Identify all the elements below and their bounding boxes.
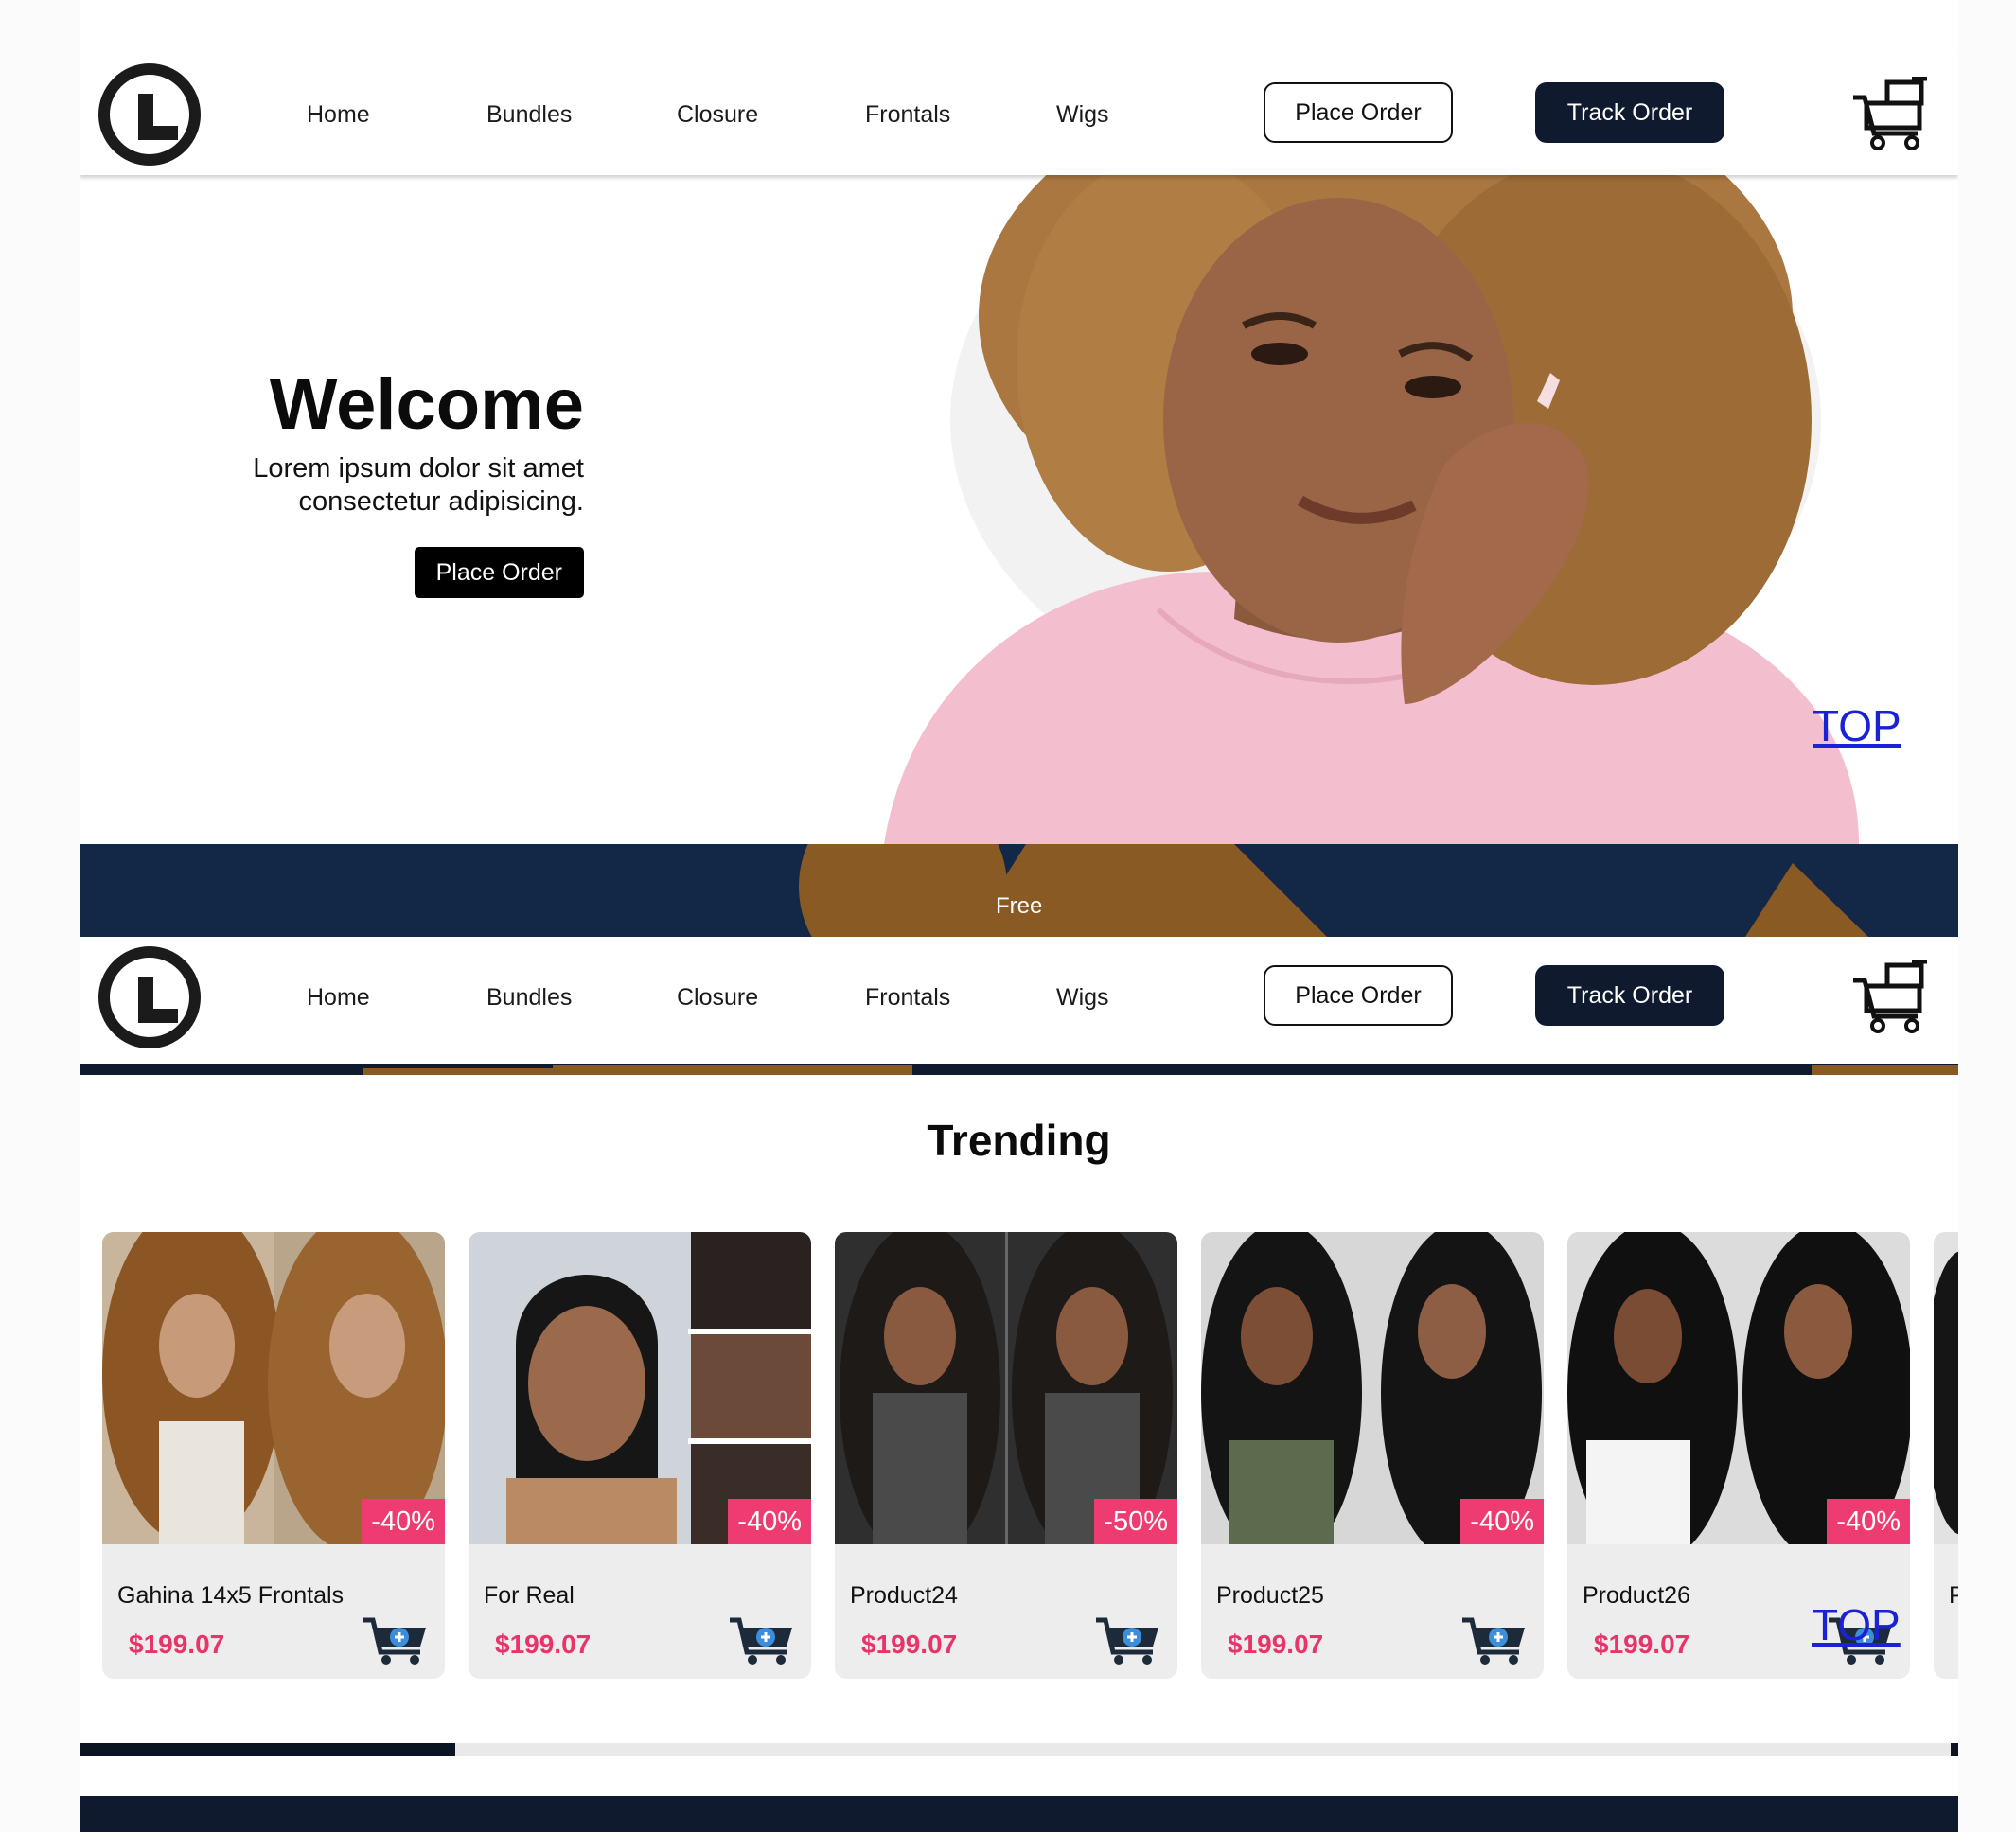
place-order-button[interactable]: Place Order (1264, 965, 1453, 1026)
welcome-block: Welcome Lorem ipsum dolor sit amet conse… (186, 369, 584, 598)
product-name[interactable]: Gahina 14x5 Frontals (117, 1582, 344, 1610)
nav-bundles[interactable]: Bundles (486, 101, 677, 129)
top-link[interactable]: TOP (1812, 1599, 1901, 1650)
logo[interactable] (98, 63, 201, 166)
main-menu: Home Bundles Closure Frontals Wigs (307, 54, 1109, 175)
product-image (1201, 1232, 1544, 1544)
product-card[interactable]: -50% Product24 $199.07 (835, 1232, 1177, 1679)
discount-badge: -40% (1460, 1499, 1544, 1544)
nav-closure[interactable]: Closure (677, 101, 865, 129)
trending-title: Trending (927, 1116, 1111, 1165)
cart-icon[interactable] (1851, 960, 1929, 1035)
product-card[interactable]: -40% For Real $199.07 (469, 1232, 811, 1679)
product-name[interactable]: Product26 (1583, 1582, 1690, 1610)
banner-decoration (799, 844, 1868, 937)
nav-bundles[interactable]: Bundles (486, 984, 677, 1012)
nav-wigs[interactable]: Wigs (1056, 101, 1109, 129)
product-image (1567, 1232, 1910, 1544)
add-to-cart-icon[interactable] (1460, 1614, 1529, 1667)
hero-subtitle: Lorem ipsum dolor sit amet consectetur a… (253, 453, 584, 517)
product-price: $199.07 (861, 1629, 958, 1659)
trending-section: Home Bundles Closure Frontals Wigs Place… (80, 937, 1958, 1832)
banner-strip-decoration (363, 1065, 1958, 1075)
carousel-scrollbar-end (1951, 1743, 1958, 1756)
discount-badge: -50% (1094, 1499, 1177, 1544)
add-to-cart-icon[interactable] (728, 1614, 796, 1667)
nav-home[interactable]: Home (307, 984, 486, 1012)
product-price: $199.07 (129, 1629, 225, 1659)
product-image (1934, 1232, 1958, 1544)
banner-strip (80, 1064, 1958, 1075)
nav-home[interactable]: Home (307, 101, 486, 129)
top-navbar: Home Bundles Closure Frontals Wigs Place… (80, 54, 1958, 175)
hero-section: Welcome Lorem ipsum dolor sit amet conse… (80, 0, 1958, 937)
discount-badge: -40% (1827, 1499, 1910, 1544)
product-image (835, 1232, 1177, 1544)
nav-frontals[interactable]: Frontals (865, 101, 1056, 129)
product-price: $199.07 (495, 1629, 592, 1659)
hero-title: Welcome (269, 364, 584, 445)
product-card[interactable]: P (1934, 1232, 1958, 1679)
nav-closure[interactable]: Closure (677, 984, 865, 1012)
nav-wigs[interactable]: Wigs (1056, 984, 1109, 1012)
add-to-cart-icon[interactable] (362, 1614, 430, 1667)
top-link[interactable]: TOP (1813, 700, 1901, 751)
nav-frontals[interactable]: Frontals (865, 984, 1056, 1012)
sticky-navbar: Home Bundles Closure Frontals Wigs Place… (80, 937, 1958, 1064)
discount-badge: -40% (728, 1499, 811, 1544)
discount-badge: -40% (362, 1499, 445, 1544)
product-name[interactable]: Product24 (850, 1582, 958, 1610)
footer-bar (80, 1796, 1958, 1832)
logo[interactable] (98, 946, 201, 1048)
track-order-button[interactable]: Track Order (1535, 82, 1724, 143)
cart-icon[interactable] (1851, 77, 1929, 152)
product-image (102, 1232, 445, 1544)
promo-banner: Free (80, 844, 1958, 937)
place-order-button[interactable]: Place Order (1264, 82, 1453, 143)
product-price: $199.07 (1594, 1629, 1690, 1659)
hero-place-order-button[interactable]: Place Order (414, 547, 584, 598)
banner-text: Free (996, 893, 1043, 919)
product-price: $199.07 (1228, 1629, 1324, 1659)
add-to-cart-icon[interactable] (1094, 1614, 1162, 1667)
carousel-scrollbar-thumb[interactable] (80, 1743, 455, 1756)
product-name[interactable]: For Real (484, 1582, 575, 1610)
track-order-button[interactable]: Track Order (1535, 965, 1724, 1026)
product-card[interactable]: -40% Product25 $199.07 (1201, 1232, 1544, 1679)
product-image (469, 1232, 811, 1544)
main-menu: Home Bundles Closure Frontals Wigs (307, 937, 1109, 1058)
product-name[interactable]: P (1949, 1582, 1958, 1610)
product-card[interactable]: -40% Gahina 14x5 Frontals $199.07 (102, 1232, 445, 1679)
product-name[interactable]: Product25 (1216, 1582, 1324, 1610)
product-carousel: -40% Gahina 14x5 Frontals $199.07 -40% F… (102, 1232, 1958, 1679)
